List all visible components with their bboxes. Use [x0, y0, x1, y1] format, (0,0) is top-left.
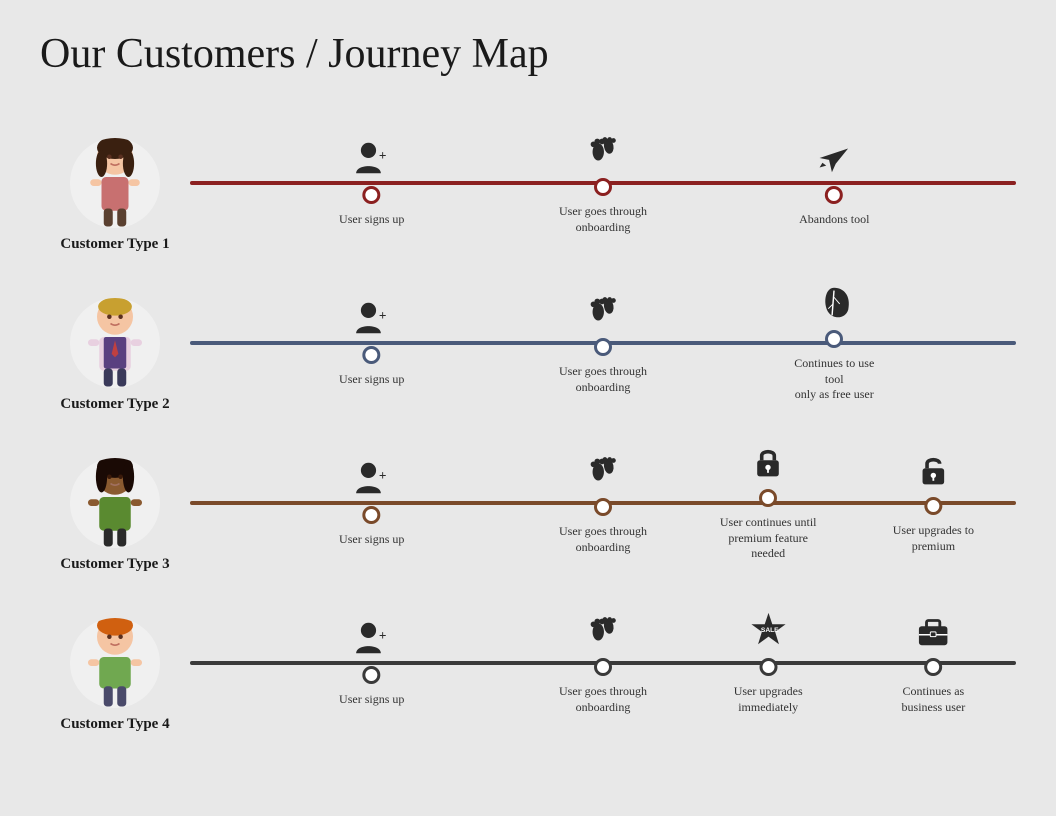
timeline-steps-4: + User signs up User goes through onboar…	[190, 588, 1016, 738]
step-dot-1-3	[825, 186, 843, 204]
step-dot-2-2	[594, 338, 612, 356]
page-title: Our Customers / Journey Map	[40, 30, 1016, 78]
svg-text:+: +	[379, 148, 387, 163]
step-1-1: + User signs up	[339, 139, 404, 228]
step-label-3-2: User goes through onboarding	[559, 524, 647, 555]
step-dot-3-2	[594, 498, 612, 516]
step-label-4-2: User goes through onboarding	[559, 684, 647, 715]
timeline-steps-3: + User signs up User goes through onboar…	[190, 428, 1016, 578]
customer-3-avatar-area: Customer Type 3	[40, 428, 190, 578]
step-icon-signup: +	[353, 299, 391, 342]
step-2-1: + User signs up	[339, 299, 404, 388]
step-3-1: + User signs up	[339, 459, 404, 548]
step-icon-lock-closed	[750, 444, 786, 485]
step-dot-4-4	[924, 658, 942, 676]
step-dot-2-1	[363, 346, 381, 364]
timeline-1: + User signs up User goes through onboar…	[190, 108, 1016, 258]
customer-3-avatar	[70, 458, 160, 548]
customer-2-avatar-area: Customer Type 2	[40, 268, 190, 418]
step-icon-briefcase	[914, 611, 952, 654]
step-2-2: User goes through onboarding	[559, 291, 647, 395]
step-label-2-3: Continues to use tool only as free user	[784, 356, 884, 403]
customer-1-avatar-area: Customer Type 1	[40, 108, 190, 258]
timeline-steps-2: + User signs up User goes through onboar…	[190, 268, 1016, 418]
journey-row-3: Customer Type 3 + User signs up User goe…	[40, 428, 1016, 578]
step-dot-4-1	[363, 666, 381, 684]
step-icon-lock-open	[915, 452, 951, 493]
timeline-steps-1: + User signs up User goes through onboar…	[190, 108, 1016, 258]
step-3-4: User upgrades to premium	[893, 452, 974, 554]
customer-1-avatar	[70, 138, 160, 228]
step-dot-3-4	[924, 497, 942, 515]
step-label-1-3: Abandons tool	[799, 212, 869, 228]
svg-text:+: +	[379, 628, 387, 643]
step-label-3-3: User continues until premium feature nee…	[718, 515, 818, 562]
step-icon-feet	[584, 291, 622, 334]
step-dot-3-1	[363, 506, 381, 524]
customer-1-label: Customer Type 1	[60, 236, 169, 253]
step-label-1-1: User signs up	[339, 212, 404, 228]
step-2-3: Continues to use tool only as free user	[784, 283, 884, 403]
step-label-4-1: User signs up	[339, 692, 404, 708]
svg-text:+: +	[379, 308, 387, 323]
step-label-4-4: Continues as business user	[902, 684, 966, 715]
step-dot-1-2	[594, 178, 612, 196]
customer-4-label: Customer Type 4	[60, 716, 169, 733]
step-label-2-1: User signs up	[339, 372, 404, 388]
timeline-2: + User signs up User goes through onboar…	[190, 268, 1016, 418]
step-4-4: Continues as business user	[902, 611, 966, 715]
step-icon-plane	[815, 139, 853, 182]
timeline-4: + User signs up User goes through onboar…	[190, 588, 1016, 738]
step-dot-2-3	[825, 330, 843, 348]
step-dot-1-1	[363, 186, 381, 204]
svg-text:SALE: SALE	[761, 627, 779, 634]
step-label-2-2: User goes through onboarding	[559, 364, 647, 395]
step-4-3: SALE User upgrades immediately	[734, 611, 803, 715]
step-4-1: + User signs up	[339, 619, 404, 708]
journey-row-2: Customer Type 2 + User signs up User goe…	[40, 268, 1016, 418]
step-icon-feet	[584, 611, 622, 654]
step-label-4-3: User upgrades immediately	[734, 684, 803, 715]
step-icon-feet	[584, 451, 622, 494]
customer-2-avatar	[70, 298, 160, 388]
step-3-3: User continues until premium feature nee…	[718, 444, 818, 562]
step-label-3-4: User upgrades to premium	[893, 523, 974, 554]
step-icon-signup: +	[353, 139, 391, 182]
step-icon-leaf	[815, 283, 853, 326]
step-4-2: User goes through onboarding	[559, 611, 647, 715]
step-label-3-1: User signs up	[339, 532, 404, 548]
step-icon-sale: SALE	[749, 611, 787, 654]
customer-2-label: Customer Type 2	[60, 396, 169, 413]
journey-row-4: Customer Type 4 + User signs up User goe…	[40, 588, 1016, 738]
step-icon-signup: +	[353, 459, 391, 502]
step-label-1-2: User goes through onboarding	[559, 204, 647, 235]
step-1-3: Abandons tool	[799, 139, 869, 228]
customer-3-label: Customer Type 3	[60, 556, 169, 573]
step-icon-signup: +	[353, 619, 391, 662]
journey-row-1: Customer Type 1 + User signs up User goe…	[40, 108, 1016, 258]
step-dot-4-3	[759, 658, 777, 676]
step-dot-4-2	[594, 658, 612, 676]
step-1-2: User goes through onboarding	[559, 131, 647, 235]
journey-map: Customer Type 1 + User signs up User goe…	[40, 108, 1016, 738]
customer-4-avatar-area: Customer Type 4	[40, 588, 190, 738]
step-icon-feet	[584, 131, 622, 174]
timeline-3: + User signs up User goes through onboar…	[190, 428, 1016, 578]
step-3-2: User goes through onboarding	[559, 451, 647, 555]
step-dot-3-3	[759, 489, 777, 507]
svg-text:+: +	[379, 468, 387, 483]
customer-4-avatar	[70, 618, 160, 708]
